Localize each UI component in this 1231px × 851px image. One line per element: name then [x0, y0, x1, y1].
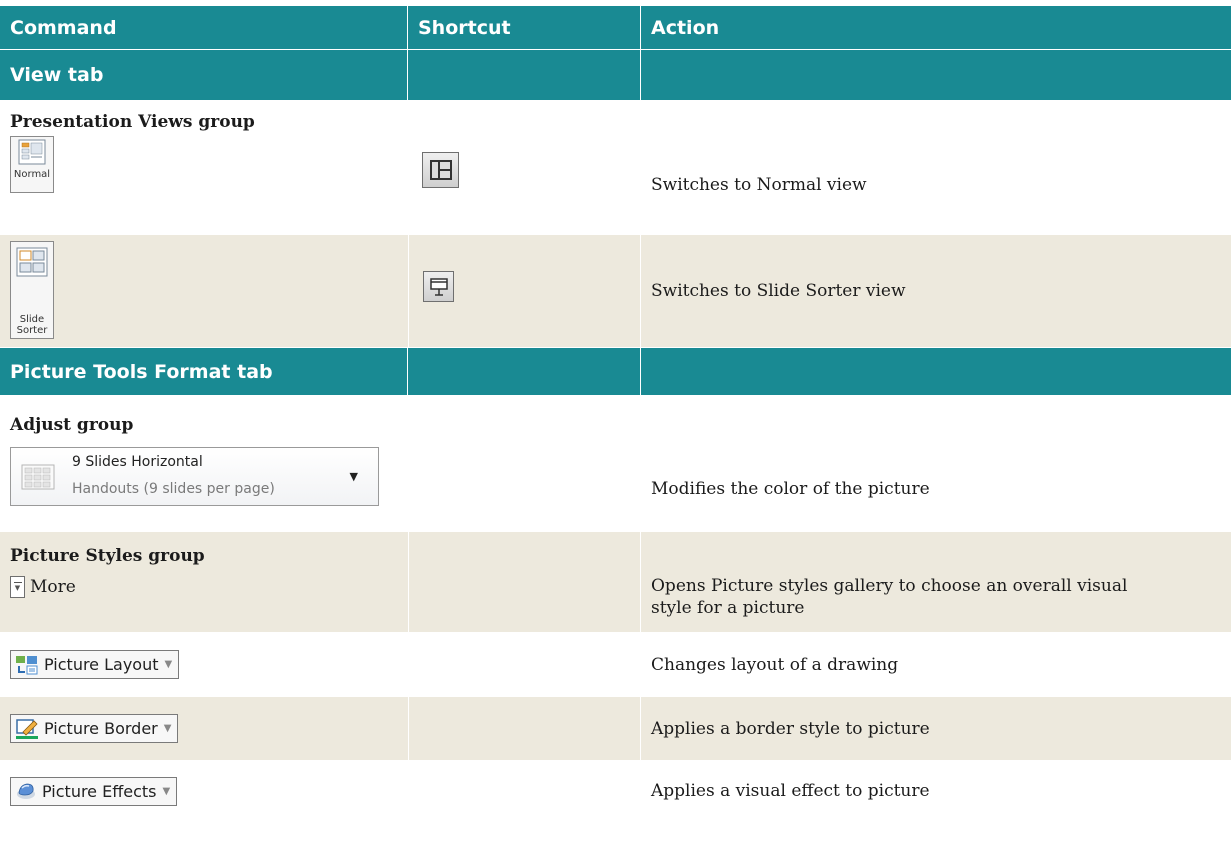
picture-layout-icon — [16, 655, 38, 674]
action-picture-layout: Changes layout of a drawing — [651, 654, 899, 675]
section-title-view-tab: View tab — [0, 50, 408, 100]
picture-border-icon — [16, 718, 38, 739]
group-label-picture-styles: Picture Styles group — [10, 546, 205, 566]
more-button[interactable]: ▼ More — [10, 576, 76, 598]
commands-table: Command Shortcut Action View tab Present… — [0, 6, 1231, 822]
action-picture-effects: Applies a visual effect to picture — [651, 781, 930, 801]
handouts-gallery-dropdown[interactable]: 9 Slides Horizontal Handouts (9 slides p… — [10, 447, 379, 506]
more-gallery-icon: ▼ — [10, 576, 25, 598]
picture-layout-dropdown-icon: ▼ — [164, 659, 173, 670]
header-shortcut: Shortcut — [408, 6, 641, 49]
header-action: Action — [651, 16, 720, 39]
action-slide-sorter: Switches to Slide Sorter view — [651, 281, 906, 301]
normal-view-icon — [18, 139, 46, 165]
action-normal: Switches to Normal view — [651, 174, 867, 195]
table-row-picture-border: Picture Border ▼ Applies a border style … — [0, 697, 1231, 760]
slide-sorter-label-2: Sorter — [16, 325, 48, 336]
group-label-presentation-views: Presentation Views group — [10, 112, 255, 132]
normal-button-label: Normal — [13, 169, 51, 180]
table-row-adjust: Adjust group 9 Slides Horizontal Handout… — [0, 395, 1231, 532]
more-label: More — [30, 577, 76, 597]
table-header: Command Shortcut Action — [0, 6, 1231, 49]
slide-sorter-icon — [16, 247, 48, 277]
picture-layout-label: Picture Layout — [44, 655, 159, 674]
section-title-picture-tools: Picture Tools Format tab — [0, 348, 408, 395]
slide-sorter-shortcut-icon[interactable] — [423, 271, 454, 302]
action-adjust: Modifies the color of the picture — [651, 478, 930, 499]
picture-effects-label: Picture Effects — [42, 781, 157, 801]
table-row-picture-styles: Picture Styles group ▼ More Opens Pictur… — [0, 532, 1231, 632]
gallery-dropdown-arrow-icon[interactable]: ▼ — [350, 470, 358, 483]
picture-border-dropdown-icon: ▼ — [163, 723, 172, 734]
header-command: Command — [0, 6, 408, 49]
normal-view-button[interactable]: Normal — [10, 136, 54, 193]
group-row-presentation-views: Presentation Views group — [0, 100, 1231, 134]
picture-effects-dropdown-icon: ▼ — [162, 785, 171, 797]
picture-border-button[interactable]: Picture Border ▼ — [10, 714, 179, 743]
section-row-picture-tools: Picture Tools Format tab — [0, 347, 1231, 395]
action-picture-border: Applies a border style to picture — [651, 718, 930, 739]
gallery-title: 9 Slides Horizontal — [72, 454, 203, 470]
action-picture-styles: Opens Picture styles gallery to choose a… — [651, 576, 1128, 618]
gallery-subtitle: Handouts (9 slides per page) — [72, 481, 275, 497]
picture-effects-button[interactable]: Picture Effects ▼ — [10, 776, 178, 806]
picture-effects-icon — [17, 783, 35, 799]
table-row-normal: Normal Switches to Normal view — [0, 134, 1231, 235]
nine-slides-icon — [21, 464, 55, 490]
table-row-picture-layout: Picture Layout ▼ Changes layout of a dra… — [0, 632, 1231, 697]
table-row-picture-effects: Picture Effects ▼ Applies a visual effec… — [0, 760, 1231, 822]
table-row-slide-sorter: Slide Sorter Switches to Slide Sorter vi… — [0, 235, 1231, 347]
group-label-adjust: Adjust group — [10, 415, 134, 435]
section-row-view-tab: View tab — [0, 49, 1231, 100]
picture-layout-button[interactable]: Picture Layout ▼ — [10, 650, 180, 679]
picture-border-label: Picture Border — [44, 719, 158, 738]
normal-shortcut-icon[interactable] — [422, 152, 459, 188]
slide-sorter-button[interactable]: Slide Sorter — [10, 241, 54, 339]
slide-sorter-label-1: Slide — [19, 314, 45, 325]
